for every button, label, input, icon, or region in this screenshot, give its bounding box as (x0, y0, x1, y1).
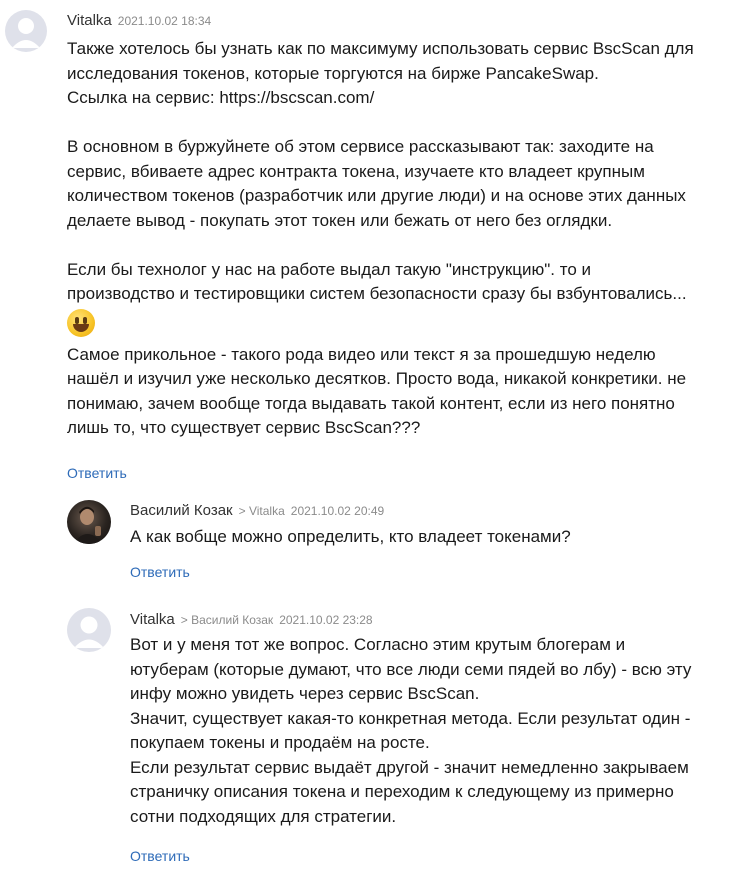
body-line: Также хотелось бы узнать как по максимум… (67, 39, 694, 58)
reply-to-link[interactable]: > Vitalka (239, 504, 285, 518)
body-line: В основном в буржуйнете об этом сервисе … (67, 137, 654, 156)
reply-to-link[interactable]: > Василий Козак (181, 613, 273, 627)
comment-date: 2021.10.02 20:49 (290, 504, 385, 518)
comment-body: Вот и у меня тот же вопрос. Согласно эти… (130, 633, 691, 829)
author-name[interactable]: Vitalka (130, 611, 175, 628)
body-line: страничку описания токена и переходим к … (130, 782, 674, 801)
body-line: А как вобще можно определить, кто владее… (130, 527, 571, 546)
body-line: сотни подходящих для стратегии. (130, 806, 397, 826)
author-name[interactable]: Василий Козак (130, 502, 233, 519)
comment-date: 2021.10.02 23:28 (279, 613, 373, 627)
body-line: инфу можно увидеть через сервис BscScan. (130, 684, 480, 703)
user-silhouette-icon[interactable] (5, 10, 47, 52)
body-line: лишь то, что существует сервис BscScan??… (67, 418, 421, 437)
body-line: делаете вывод - покупать этот токен или … (67, 210, 613, 230)
body-line: сервис, вбиваете адрес контракта токена,… (67, 161, 645, 181)
body-line: количеством токенов (разработчик или дру… (67, 186, 686, 205)
body-line: Вот и у меня тот же вопрос. Согласно эти… (130, 635, 626, 654)
author-name[interactable]: Vitalka (67, 12, 112, 29)
comment-meta: Vitalka 2021.10.02 18:34 (67, 12, 211, 30)
comment-body: А как вобще можно определить, кто владее… (130, 525, 571, 550)
body-line: Самое прикольное - такого рода видео или… (67, 344, 656, 364)
comment-date: 2021.10.02 18:34 (117, 14, 212, 28)
comment-meta: Василий Козак > Vitalka 2021.10.02 20:49 (130, 502, 384, 520)
body-line: исследования токенов, которые торгуются … (67, 63, 599, 83)
reply-button[interactable]: Ответить (130, 848, 190, 864)
user-photo-avatar[interactable] (67, 500, 111, 544)
body-line: нашёл и изучил уже несколько десятков. П… (67, 369, 687, 388)
body-line: Если результат сервис выдаёт другой - зн… (130, 757, 689, 777)
body-line: Если бы технолог у нас на работе выдал т… (67, 259, 592, 279)
body-line: покупаем токены и продаём на росте. (130, 733, 430, 752)
reply-button[interactable]: Ответить (67, 465, 127, 481)
body-line: ютуберам (которые думают, что все люди с… (130, 659, 692, 679)
user-silhouette-icon[interactable] (67, 608, 111, 652)
body-line: Значит, существует какая-то конкретная м… (130, 708, 691, 728)
comment-body: Также хотелось бы узнать как по максимум… (67, 37, 694, 441)
comment-meta: Vitalka > Василий Козак 2021.10.02 23:28 (130, 611, 373, 629)
reply-button[interactable]: Ответить (130, 564, 190, 580)
body-line: понимаю, зачем вообще тогда выдавать так… (67, 393, 675, 413)
body-line: производство и тестировщики систем безоп… (67, 284, 687, 303)
body-line: Ссылка на сервис: https://bscscan.com/ (67, 88, 375, 107)
grinning-emoji-icon (67, 308, 95, 337)
